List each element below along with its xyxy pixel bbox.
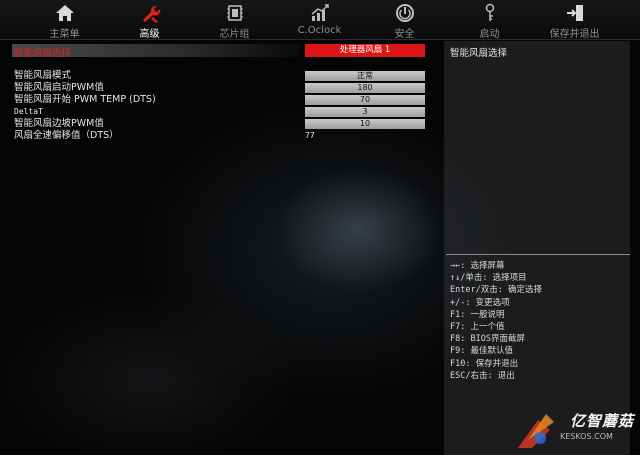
smart-fan-select-label[interactable]: 智能风扇选择: [14, 45, 71, 59]
exit-icon: [566, 5, 583, 21]
setting-value: 77: [305, 131, 315, 140]
setting-row-start-pwm-temp[interactable]: 智能风扇开始 PWM TEMP (DTS) 70: [14, 94, 426, 106]
setting-row-fan-mode[interactable]: 智能风扇模式 正常: [14, 70, 426, 82]
help-divider: [446, 254, 630, 255]
home-icon: [55, 5, 74, 21]
help-panel: [444, 41, 630, 455]
setting-label: 风扇全速偏移值（DTS）: [14, 130, 119, 141]
setting-row-slope-pwm[interactable]: 智能风扇边坡PWM值 10: [14, 118, 426, 130]
help-line: F9: 最佳默认值: [450, 346, 513, 357]
help-line: F8: BIOS界面截屏: [450, 334, 525, 345]
help-line: F1: 一般说明: [450, 309, 505, 320]
tab-label: 安全: [394, 29, 415, 40]
tab-label: 启动: [479, 29, 500, 40]
setting-row-start-pwm[interactable]: 智能风扇启动PWM值 180: [14, 82, 426, 94]
setting-value[interactable]: 180: [305, 83, 425, 93]
setting-value[interactable]: 70: [305, 95, 425, 105]
help-line: →←: 选择屏幕: [450, 261, 505, 271]
tab-security[interactable]: 安全: [362, 0, 447, 40]
help-line: Enter/双击: 确定选择: [450, 285, 542, 296]
help-line: F7: 上一个值: [450, 322, 505, 333]
setting-label: 智能风扇边坡PWM值: [14, 118, 104, 129]
tab-label: C.Oclock: [297, 25, 342, 36]
tab-save-exit[interactable]: 保存并退出: [532, 0, 617, 40]
setting-value[interactable]: 正常: [305, 71, 425, 81]
tab-advanced[interactable]: 高级: [107, 0, 192, 40]
setting-label: 智能风扇启动PWM值: [14, 82, 104, 93]
setting-label: 智能风扇模式: [14, 70, 72, 81]
tab-c-oclock[interactable]: C.Oclock: [277, 0, 362, 40]
setting-value[interactable]: 10: [305, 119, 425, 129]
tab-label: 主菜单: [49, 29, 80, 40]
help-title: 智能风扇选择: [450, 48, 508, 59]
help-line: ESC/右击: 退出: [450, 370, 515, 381]
chip-icon: [226, 5, 243, 21]
setting-label: 智能风扇开始 PWM TEMP (DTS): [14, 94, 156, 105]
help-line: +/-: 变更选项: [450, 297, 510, 308]
setting-row-delta-t[interactable]: DeltaT 3: [14, 106, 426, 118]
watermark-subtext: KESKOS.COM: [560, 432, 613, 441]
tab-chipset[interactable]: 芯片组: [192, 0, 277, 40]
setting-row-full-speed-offset[interactable]: 风扇全速偏移值（DTS） 77: [14, 130, 426, 142]
tab-label: 芯片组: [219, 29, 250, 40]
power-shield-icon: [395, 4, 414, 22]
top-navigation: 主菜单 高级 芯片组 C.Oclock 安全 启动 保存并退出: [0, 0, 640, 40]
help-line: F10: 保存并退出: [450, 358, 519, 369]
help-line: ↑↓/单击: 选择项目: [450, 273, 527, 284]
chart-icon: [311, 4, 329, 21]
smart-fan-select-value[interactable]: 处理器风扇 1: [305, 44, 425, 57]
key-help-list: →←: 选择屏幕 ↑↓/单击: 选择项目 Enter/双击: 确定选择 +/-:…: [450, 260, 630, 382]
tab-label: 高级: [139, 29, 160, 40]
tab-main-menu[interactable]: 主菜单: [22, 0, 107, 40]
tab-label: 保存并退出: [549, 29, 600, 40]
watermark-text: 亿智蘑菇: [570, 412, 635, 430]
setting-value[interactable]: 3: [305, 107, 425, 117]
tab-boot[interactable]: 启动: [447, 0, 532, 40]
wrench-icon: [142, 5, 160, 23]
setting-label: DeltaT: [14, 107, 43, 116]
key-icon: [485, 3, 494, 21]
